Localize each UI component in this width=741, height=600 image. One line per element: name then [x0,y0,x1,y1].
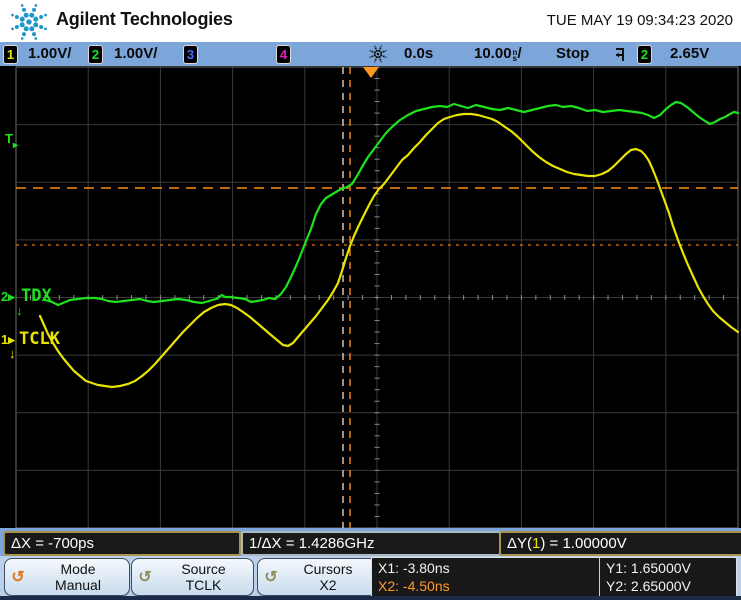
channel-1-badge[interactable]: 1 [3,45,18,64]
system-star-icon [368,44,388,64]
cursors-label: Cursors [303,561,353,577]
delta-y-prefix: ΔY( [507,535,533,552]
trigger-source-badge[interactable]: 2 [637,45,652,64]
delta-x-readout: ΔX = -700ps [3,531,241,556]
channel-1-ref-arrow: ▸ [8,332,15,347]
channel-1-down-arrow-icon: ↓ [9,346,16,361]
acquisition-state: Stop [556,45,590,62]
waveform-display: T ▸ 2▸ ↓ TDX 1▸ ↓ TCLK [0,66,741,528]
channel-2-trace-label: TDX [21,286,52,306]
mode-button-text: Mode Manual [31,561,125,593]
x-cursor-values: X1: -3.80ns X2: -4.50ns [372,558,599,597]
rotary-knob-icon: ↺ [11,569,25,586]
cursor-values-box: X1: -3.80ns X2: -4.50ns Y1: 1.65000V Y2:… [371,557,737,598]
status-toolbar: 1 1.00V/ 2 1.00V/ 3 4 0.0s 10.00 n s / Stop… [0,42,741,66]
x1-value: X1: -3.80ns [378,560,450,576]
oscilloscope-screen: Agilent Technologies TUE MAY 19 09:34:23… [0,0,741,600]
trigger-marker-arrow: ▸ [13,140,19,151]
measurement-strip: ΔX = -700ps 1/ΔX = 1.4286GHz ΔY(1) = 1.0… [0,528,741,556]
y2-value: Y2: 2.65000V [606,578,691,594]
timebase-slash: / [517,45,522,62]
timebase-value: 10.00 [474,45,512,62]
source-label: Source [181,561,226,577]
rotary-knob-icon: ↺ [264,569,278,586]
inverse-delta-x-readout: 1/ΔX = 1.4286GHz [241,531,501,556]
source-value: TCLK [185,577,222,593]
trigger-level-readout: 2.65V [670,45,710,62]
delta-y-suffix: ) = 1.00000V [540,535,627,552]
channel-2-ref-marker[interactable]: 2▸ [1,290,15,303]
channel-1-ref-marker[interactable]: 1▸ [1,333,15,346]
softkey-menu: ↺ Mode Manual ↺ Source TCLK ↺ Cursors X2 X1… [0,556,741,600]
datetime-display: TUE MAY 19 09:34:23 2020 [546,12,733,29]
bottom-bezel-strip [0,596,741,600]
channel-2-scale: 1.00V/ [114,45,158,62]
delay-readout: 0.0s [404,45,434,62]
channel-1-scale: 1.00V/ [28,45,72,62]
mode-label: Mode [60,561,96,577]
mode-softkey-button[interactable]: ↺ Mode Manual [4,558,130,596]
timebase-readout: 10.00 n s / [474,45,522,63]
x2-value: X2: -4.50ns [378,578,450,594]
source-button-text: Source TCLK [158,561,249,593]
trigger-edge-icon [613,46,629,62]
trace-tdx [43,100,740,307]
channel-3-badge[interactable]: 3 [183,45,198,64]
trigger-level-marker[interactable]: T [5,132,13,145]
channel-1-trace-label: TCLK [19,329,60,349]
y1-value: Y1: 1.65000V [606,560,691,576]
header-bar: Agilent Technologies TUE MAY 19 09:34:23… [0,0,741,42]
y-cursor-values: Y1: 1.65000V Y2: 2.65000V [599,558,736,597]
source-softkey-button[interactable]: ↺ Source TCLK [131,558,254,596]
cursors-softkey-button[interactable]: ↺ Cursors X2 [257,558,377,596]
cursors-button-text: Cursors X2 [284,561,372,593]
channel-2-badge[interactable]: 2 [88,45,103,64]
cursors-value: X2 [319,577,337,593]
delta-y-readout: ΔY(1) = 1.00000V [499,531,741,556]
brand-title: Agilent Technologies [56,9,233,29]
mode-value: Manual [55,577,101,593]
rotary-knob-icon: ↺ [138,569,152,586]
channel-2-ref-arrow: ▸ [8,289,15,304]
agilent-spark-icon [8,1,50,41]
trace-tclk [38,112,740,389]
graticule-canvas [15,66,740,528]
channel-4-badge[interactable]: 4 [276,45,291,64]
